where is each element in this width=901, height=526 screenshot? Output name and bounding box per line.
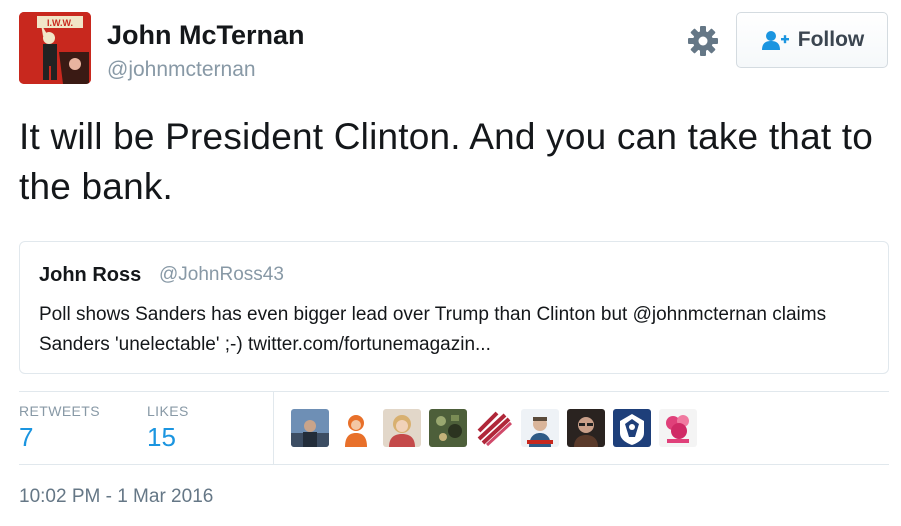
quoted-author-name: John Ross <box>39 264 142 286</box>
stats-divider-bottom <box>19 464 889 465</box>
stats-divider-top <box>19 391 889 392</box>
avatar-text: I.W.W. <box>47 18 73 28</box>
retweets-label[interactable]: RETWEETS <box>19 403 100 419</box>
add-user-icon <box>761 31 789 50</box>
liker-avatar-4[interactable] <box>429 409 467 447</box>
likes-count[interactable]: 15 <box>147 422 176 453</box>
liker-avatar-9[interactable] <box>659 409 697 447</box>
liker-avatar-3[interactable] <box>383 409 421 447</box>
gear-icon[interactable] <box>686 24 720 58</box>
liker-avatar-6[interactable] <box>521 409 559 447</box>
tweet-text: It will be President Clinton. And you ca… <box>19 116 874 207</box>
author-avatar[interactable]: I.W.W. <box>19 12 91 84</box>
liker-avatar-8[interactable] <box>613 409 651 447</box>
follow-button[interactable]: Follow <box>736 12 888 68</box>
iww-poster-avatar-icon: I.W.W. <box>19 12 91 84</box>
quoted-tweet[interactable]: John Ross @JohnRoss43 Poll shows Sanders… <box>19 241 889 374</box>
retweets-count[interactable]: 7 <box>19 422 33 453</box>
liker-avatar-2[interactable] <box>337 409 375 447</box>
likers-list <box>291 409 697 447</box>
liker-avatar-7[interactable] <box>567 409 605 447</box>
liker-avatar-5[interactable] <box>475 409 513 447</box>
tweet-timestamp[interactable]: 10:02 PM - 1 Mar 2016 <box>19 486 213 508</box>
liker-avatar-1[interactable] <box>291 409 329 447</box>
quoted-author-handle: @JohnRoss43 <box>159 264 284 285</box>
follow-label: Follow <box>797 28 865 51</box>
stats-divider-vertical <box>273 391 274 464</box>
author-name[interactable]: John McTernan <box>107 20 305 51</box>
author-handle[interactable]: @johnmcternan <box>107 58 256 82</box>
likes-label[interactable]: LIKES <box>147 403 189 419</box>
quoted-tweet-text: Poll shows Sanders has even bigger lead … <box>39 304 827 355</box>
